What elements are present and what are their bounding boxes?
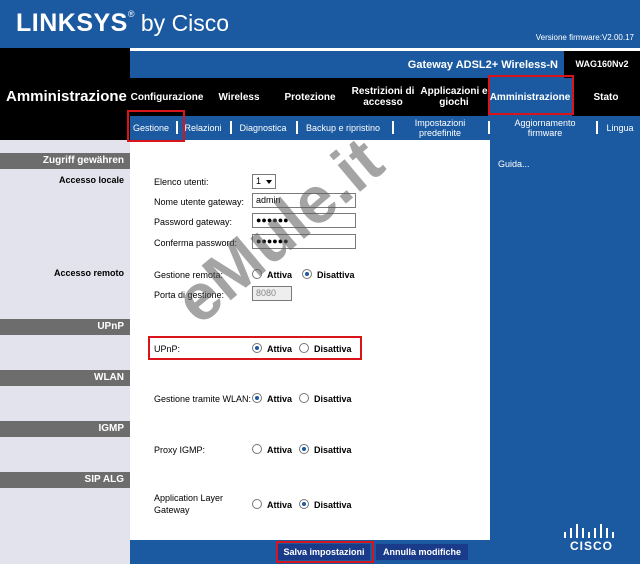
section-wlan: WLAN [0, 370, 130, 386]
cisco-logo: CISCO [560, 520, 624, 556]
remote-mgmt-disable-radio[interactable] [302, 269, 312, 279]
alg-label-line2: Gateway [154, 505, 190, 515]
wlan-mgmt-disable-radio[interactable] [299, 393, 309, 403]
help-column: Guida... [490, 140, 640, 564]
help-link[interactable]: Guida... [498, 159, 530, 169]
wlan-mgmt-enable-label: Attiva [267, 394, 293, 404]
cisco-wordmark: CISCO [570, 539, 614, 553]
tab-wireless[interactable]: Wireless [204, 78, 274, 116]
left-labels-column: Zugriff gewähren Accesso locale Accesso … [0, 140, 130, 564]
alg-label-line1: Application Layer [154, 493, 224, 503]
highlight-gestione [127, 110, 185, 142]
page-title: Amministrazione [6, 88, 127, 105]
product-bar: Gateway ADSL2+ Wireless-N WAG160Nv2 [130, 51, 640, 78]
igmp-enable-label: Attiva [267, 445, 293, 455]
cancel-changes-button[interactable]: Annulla modifiche [376, 544, 468, 560]
subtab-separator [596, 121, 598, 134]
tab-applicazioni-giochi[interactable]: Applicazioni e giochi [420, 78, 488, 116]
wlan-mgmt-label: Gestione tramite WLAN: [154, 394, 252, 404]
user-list-value: 1 [256, 176, 262, 186]
proxy-igmp-label: Proxy IGMP: [154, 445, 206, 455]
section-zugriff: Zugriff gewähren [0, 153, 130, 169]
section-upnp: UPnP [0, 319, 130, 335]
subtab-separator [488, 121, 490, 134]
section-sip-alg: SIP ALG [0, 472, 130, 488]
tab-stato[interactable]: Stato [572, 78, 640, 116]
password-label: Password gateway: [154, 217, 233, 227]
alg-enable-radio[interactable] [252, 499, 262, 509]
label-accesso-remoto: Accesso remoto [53, 268, 124, 278]
highlight-amministrazione [488, 75, 574, 115]
igmp-enable-radio[interactable] [252, 444, 262, 454]
linksys-logo: LINKSYS® by Cisco [16, 9, 230, 37]
alg-enable-label: Attiva [267, 500, 293, 510]
alg-disable-label: Disattiva [314, 500, 352, 510]
igmp-disable-label: Disattiva [314, 445, 352, 455]
tab-restrizioni-accesso[interactable]: Restrizioni di accesso [346, 78, 420, 116]
nome-utente-label: Nome utente gateway: [154, 197, 245, 207]
wlan-mgmt-disable-label: Disattiva [314, 394, 352, 404]
top-header: LINKSYS® by Cisco Versione firmware:V2.0… [0, 0, 640, 48]
wlan-mgmt-enable-radio[interactable] [252, 393, 262, 403]
subtab-diagnostica[interactable]: Diagnostica [234, 116, 292, 140]
model-number: WAG160Nv2 [564, 51, 640, 78]
subtab-separator [230, 121, 232, 134]
subtab-impostazioni-predefinite[interactable]: Impostazioni predefinite [400, 116, 480, 140]
tab-protezione[interactable]: Protezione [274, 78, 346, 116]
subtab-relazioni[interactable]: Relazioni [180, 116, 226, 140]
igmp-disable-radio[interactable] [299, 444, 309, 454]
subtab-lingua[interactable]: Lingua [602, 116, 638, 140]
label-accesso-locale: Accesso locale [58, 175, 124, 185]
alg-disable-radio[interactable] [299, 499, 309, 509]
subtab-aggiornamento-firmware[interactable]: Aggiornamento firmware [502, 116, 588, 140]
subtab-separator [296, 121, 298, 134]
sub-tabs: Gestione Relazioni Diagnostica Backup e … [130, 116, 640, 140]
remote-mgmt-disable-label: Disattiva [317, 270, 355, 280]
highlight-upnp [148, 336, 362, 360]
firmware-version: Versione firmware:V2.00.17 [535, 33, 634, 42]
product-name: Gateway ADSL2+ Wireless-N [407, 59, 558, 71]
chevron-down-icon [266, 180, 272, 184]
section-igmp: IGMP [0, 421, 130, 437]
elenco-utenti-label: Elenco utenti: [154, 177, 209, 187]
subtab-separator [392, 121, 394, 134]
highlight-save [276, 541, 374, 563]
